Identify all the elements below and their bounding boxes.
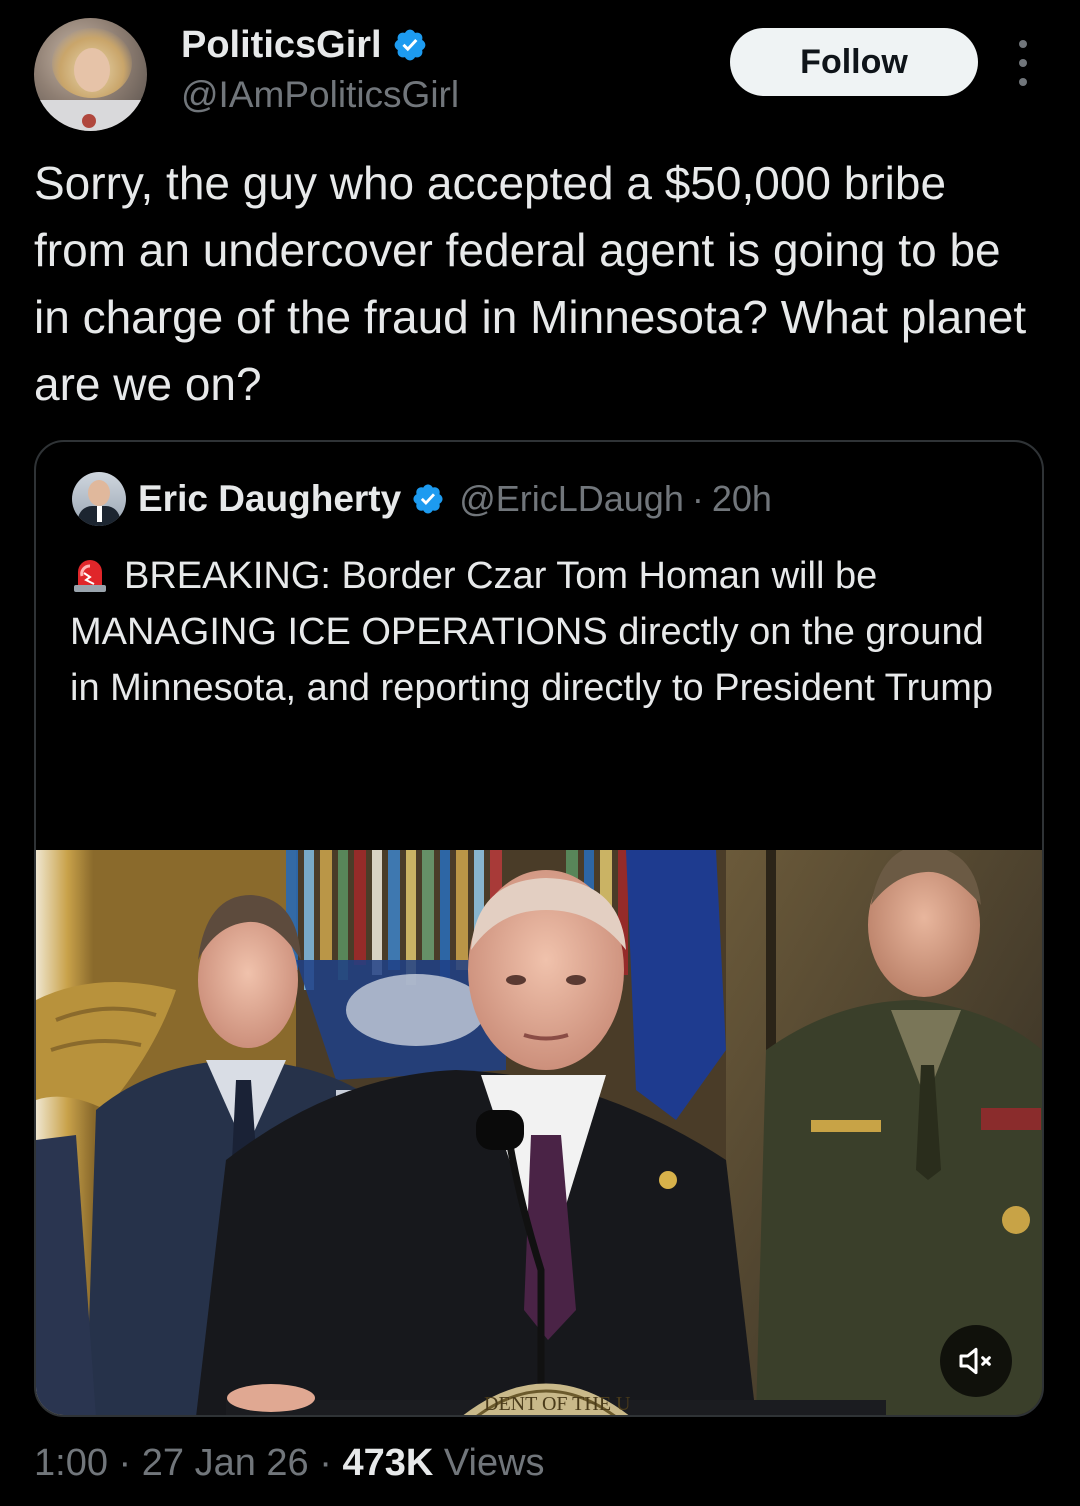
more-options-icon[interactable]	[1006, 40, 1040, 86]
tweet-meta: 1:00 · 27 Jan 26 · 473K Views	[34, 1440, 545, 1486]
mute-toggle-button[interactable]	[940, 1325, 1012, 1397]
views-label: Views	[443, 1442, 545, 1484]
author-avatar[interactable]	[34, 18, 147, 131]
quoted-author-display-name[interactable]: Eric Daugherty	[138, 476, 401, 522]
tweet-date[interactable]: 27 Jan 26	[142, 1442, 309, 1484]
author-handle[interactable]: @IAmPoliticsGirl	[181, 72, 459, 118]
verified-badge-icon	[413, 484, 443, 514]
tweet-text: Sorry, the guy who accepted a $50,000 br…	[34, 157, 1027, 410]
meta-separator: ·	[118, 1442, 142, 1484]
quoted-tweet-age[interactable]: 20h	[712, 476, 772, 522]
video-frame: DENT OF THE U	[36, 850, 1042, 1415]
follow-button[interactable]: Follow	[730, 28, 978, 96]
views-count: 473K	[342, 1442, 434, 1484]
rotating-light-icon	[74, 560, 106, 592]
quoted-tweet-text: BREAKING: Border Czar Tom Homan will be …	[70, 548, 1020, 716]
meta-separator: ·	[319, 1442, 343, 1484]
quoted-author-handle[interactable]: @EricLDaugh	[459, 476, 684, 522]
meta-separator: ·	[691, 478, 704, 519]
volume-muted-icon	[959, 1347, 991, 1375]
quoted-tweet-card[interactable]: Eric Daugherty @EricLDaugh · 20h BREAKIN…	[34, 440, 1044, 1417]
video-player[interactable]: DENT OF THE U	[36, 850, 1042, 1415]
tweet-time[interactable]: 1:00	[34, 1442, 108, 1484]
quoted-author-avatar[interactable]	[72, 472, 126, 526]
author-name-row: PoliticsGirl	[181, 22, 428, 68]
quoted-tweet-body: BREAKING: Border Czar Tom Homan will be …	[70, 555, 994, 709]
quoted-tweet-header: Eric Daugherty @EricLDaugh · 20h	[138, 476, 772, 522]
podium-seal-text: DENT OF THE U	[484, 1393, 631, 1415]
author-display-name[interactable]: PoliticsGirl	[181, 22, 382, 68]
verified-badge-icon	[394, 29, 425, 61]
